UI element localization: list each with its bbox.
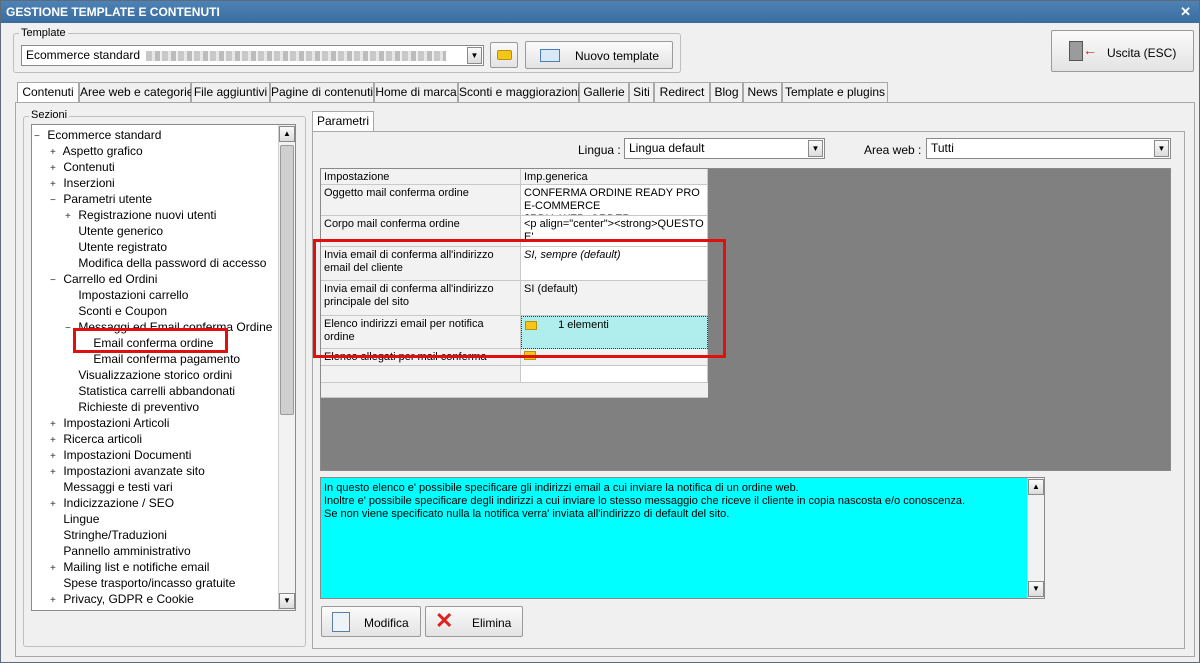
scroll-up-icon[interactable]: ▲: [279, 126, 295, 142]
main-window: GESTIONE TEMPLATE E CONTENUTI ✕ Template…: [0, 0, 1200, 663]
grid-cell-value[interactable]: CONFERMA ORDINE READY PRO E-COMMERCE $RD…: [521, 185, 708, 216]
tree-item[interactable]: + Impostazioni avanzate sito: [50, 464, 205, 480]
tab-parametri[interactable]: Parametri: [312, 111, 374, 132]
new-template-button[interactable]: Nuovo template: [525, 41, 673, 69]
template-group-label: Template: [19, 27, 68, 39]
close-icon[interactable]: ✕: [1180, 1, 1191, 23]
grid-header-imp-generica: Imp.generica: [521, 169, 708, 185]
highlight-grid-rows: [313, 239, 726, 358]
template-select-value: Ecommerce standard: [26, 48, 141, 62]
folder-icon: [497, 50, 512, 60]
delete-label: Elimina: [472, 616, 512, 630]
exit-door-icon: [1069, 41, 1083, 61]
description-line: In questo elenco e' possibile specificar…: [324, 482, 799, 494]
tree-item[interactable]: + Privacy, GDPR e Cookie: [50, 592, 194, 608]
tree-item[interactable]: + Impostazioni Documenti: [50, 448, 191, 464]
chevron-down-icon: ▼: [467, 47, 482, 64]
new-template-icon: [540, 49, 560, 62]
description-box[interactable]: In questo elenco e' possibile specificar…: [320, 477, 1045, 599]
tab-redirect[interactable]: Redirect: [654, 82, 710, 102]
highlight-tree-selection: [73, 328, 228, 353]
tree-item[interactable]: Lingue: [50, 512, 99, 526]
chevron-down-icon: ▼: [1154, 140, 1169, 157]
tab-home-marca[interactable]: Home di marca: [374, 82, 458, 102]
lingua-value: Lingua default: [629, 141, 705, 155]
tree-item[interactable]: + Impostazioni Articoli: [50, 416, 169, 432]
tab-blog[interactable]: Blog: [710, 82, 743, 102]
description-line: Se non viene specificato nulla la notifi…: [324, 508, 730, 520]
delete-button[interactable]: ✕ Elimina: [425, 606, 523, 637]
tree-item[interactable]: Spese trasporto/incasso gratuite: [50, 576, 235, 590]
grid-header-impostazione: Impostazione: [321, 169, 521, 185]
new-template-label: Nuovo template: [575, 49, 660, 63]
grid-empty-row: [321, 383, 708, 398]
template-select[interactable]: Ecommerce standard ▼: [21, 45, 484, 66]
lingua-label: Lingua :: [578, 143, 621, 157]
lingua-select[interactable]: Lingua default ▼: [624, 138, 825, 159]
tree-item[interactable]: + Mailing list e notifiche email: [50, 560, 209, 576]
tree-item[interactable]: Utente registrato: [65, 240, 167, 254]
tree-item[interactable]: + Aspetto grafico: [50, 144, 143, 160]
tab-news[interactable]: News: [743, 82, 782, 102]
tree-scrollbar[interactable]: ▲ ▼: [278, 125, 295, 610]
open-template-button[interactable]: [490, 42, 518, 68]
grid-cell-name[interactable]: [321, 366, 521, 383]
exit-button[interactable]: ← Uscita (ESC): [1051, 30, 1194, 72]
tab-template-plugins[interactable]: Template e plugins: [782, 82, 888, 102]
tree-item[interactable]: + Inserzioni: [50, 176, 115, 192]
grid-cell-name[interactable]: Oggetto mail conferma ordine: [321, 185, 521, 216]
tree-item[interactable]: + Registrazione nuovi utenti: [65, 208, 216, 224]
tab-aree-web[interactable]: Aree web e categorie: [79, 82, 193, 102]
window-title: GESTIONE TEMPLATE E CONTENUTI: [6, 5, 220, 19]
tree-item[interactable]: Visualizzazione storico ordini: [65, 368, 232, 382]
edit-label: Modifica: [364, 616, 409, 630]
sections-tree: − Ecommerce standard + Aspetto grafico +…: [31, 124, 296, 611]
scroll-thumb[interactable]: [280, 145, 294, 415]
tree-item[interactable]: Pannello amministrativo: [50, 544, 190, 558]
tree-item[interactable]: Stringhe/Traduzioni: [50, 528, 167, 542]
exit-arrow-icon: ←: [1083, 42, 1097, 58]
sections-label: Sezioni: [29, 109, 70, 121]
tree-item[interactable]: Statistica carrelli abbandonati: [65, 384, 235, 398]
area-web-value: Tutti: [931, 141, 954, 155]
area-web-select[interactable]: Tutti ▼: [926, 138, 1171, 159]
tree-item[interactable]: Modifica della password di accesso: [65, 256, 266, 270]
scroll-down-icon[interactable]: ▼: [279, 593, 295, 609]
tree-item[interactable]: Impostazioni carrello: [65, 288, 188, 302]
tree-item[interactable]: Sconti e Coupon: [65, 304, 167, 318]
tree-item[interactable]: − Ecommerce standard: [34, 128, 161, 144]
edit-button[interactable]: Modifica: [321, 606, 421, 637]
scroll-up-icon[interactable]: ▲: [1028, 479, 1044, 495]
tree-item[interactable]: − Parametri utente: [50, 192, 152, 208]
tree-item[interactable]: Richieste di preventivo: [65, 400, 199, 414]
description-line: Inoltre e' possibile specificare degli i…: [324, 495, 966, 507]
tree-item[interactable]: Email conferma pagamento: [80, 352, 240, 366]
title-bar: GESTIONE TEMPLATE E CONTENUTI ✕: [1, 1, 1199, 23]
tab-siti[interactable]: Siti: [629, 82, 654, 102]
tree-item[interactable]: + Contenuti: [50, 160, 115, 176]
tab-contenuti[interactable]: Contenuti: [17, 82, 79, 103]
grid-cell-value[interactable]: [521, 366, 708, 383]
tab-pagine-contenuti[interactable]: Pagine di contenuti: [270, 82, 374, 102]
chevron-down-icon: ▼: [808, 140, 823, 157]
exit-label: Uscita (ESC): [1107, 46, 1177, 60]
tab-gallerie[interactable]: Gallerie: [579, 82, 629, 102]
description-scrollbar[interactable]: ▲ ▼: [1027, 478, 1044, 598]
edit-icon: [332, 612, 350, 632]
tree-item[interactable]: Messaggi e testi vari: [50, 480, 172, 494]
tab-file-aggiuntivi[interactable]: File aggiuntivi: [191, 82, 270, 102]
tree-item[interactable]: + Indicizzazione / SEO: [50, 496, 174, 512]
scroll-down-icon[interactable]: ▼: [1028, 581, 1044, 597]
tree-item[interactable]: − Carrello ed Ordini: [50, 272, 157, 288]
tree-item[interactable]: + Ricerca articoli: [50, 432, 142, 448]
area-web-label: Area web :: [864, 143, 922, 157]
tree-item[interactable]: Utente generico: [65, 224, 163, 238]
delete-x-icon: ✕: [435, 608, 454, 633]
redacted-text: [146, 50, 447, 61]
tab-sconti[interactable]: Sconti e maggiorazioni: [458, 82, 580, 102]
